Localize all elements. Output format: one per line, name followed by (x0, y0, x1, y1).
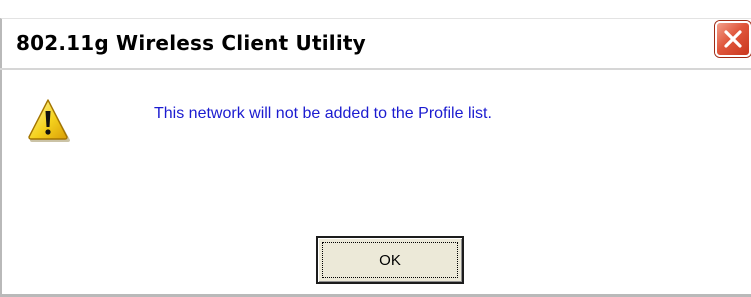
window-title: 802.11g Wireless Client Utility (16, 31, 366, 55)
title-bar[interactable]: 802.11g Wireless Client Utility (0, 18, 751, 73)
warning-icon (28, 99, 70, 142)
close-button[interactable] (715, 21, 751, 57)
close-icon (724, 30, 742, 48)
dialog-body: This network will not be added to the Pr… (0, 70, 751, 297)
message-dialog: 802.11g Wireless Client Utility This net… (0, 0, 751, 297)
ok-button[interactable]: OK (316, 236, 464, 284)
ok-button-label: OK (322, 242, 458, 278)
message-text: This network will not be added to the Pr… (154, 105, 492, 122)
